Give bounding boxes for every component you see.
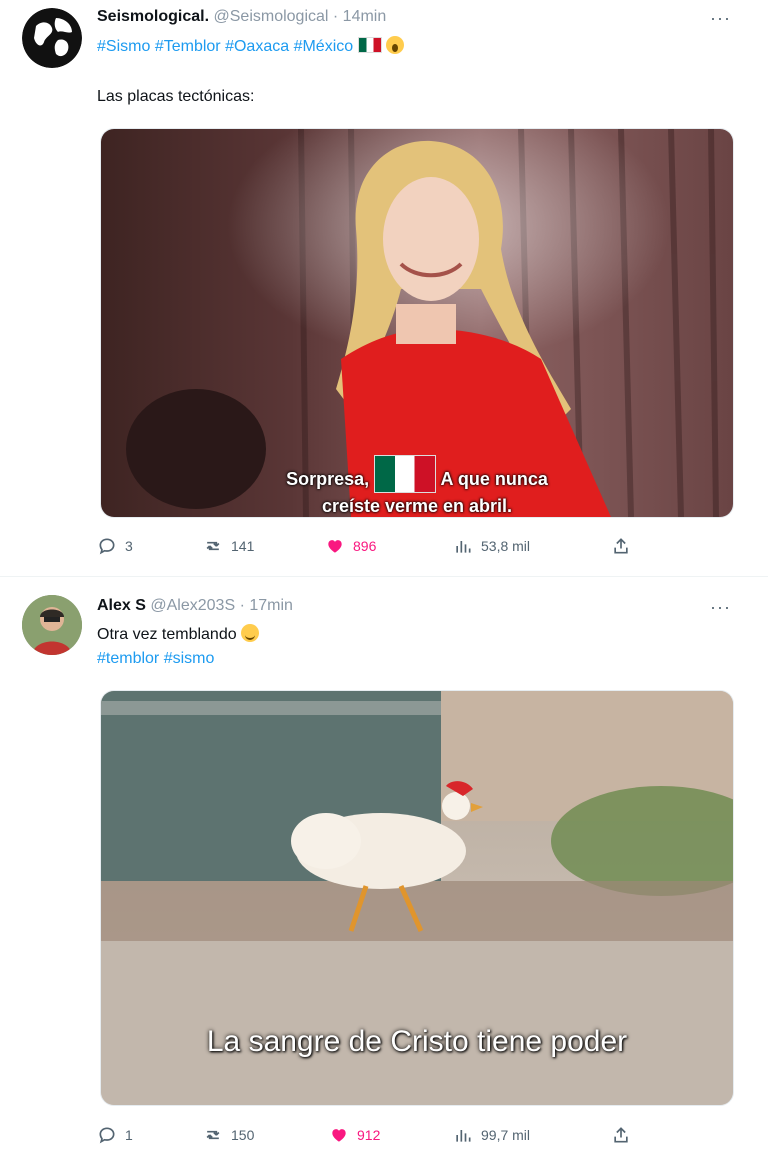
tweet-media-image[interactable]: La sangre de Cristo tiene poder [100,690,734,1106]
views-icon [456,541,471,553]
like-icon [328,540,342,553]
mexico-flag-icon [374,455,437,493]
retweet-button[interactable]: 150 [203,1125,254,1145]
user-handle[interactable]: @Alex203S [150,597,235,614]
reply-icon [99,1127,115,1144]
user-photo-icon [22,595,82,655]
tweet-actions: 3 141 896 53,8 mil [97,536,637,560]
tweet-header: Alex S @Alex203S · 17min [97,597,293,615]
views-button[interactable]: 99,7 mil [453,1125,530,1145]
retweet-icon [206,541,220,551]
caption-text: Sorpresa, [286,469,370,489]
reply-button[interactable]: 3 [97,536,133,556]
caption-text: creíste verme en abril. [321,496,513,516]
hashtag-line: #Sismo #Temblor #Oaxaca #México [97,36,405,56]
view-count: 53,8 mil [481,538,531,554]
hashtag[interactable]: #Oaxaca [225,38,289,55]
smile-emoji-icon [241,624,260,642]
timestamp[interactable]: · 17min [240,597,293,614]
hashtag[interactable]: #temblor [97,650,159,667]
avatar[interactable] [22,8,82,68]
more-icon[interactable]: ··· [710,8,731,29]
tweet-2[interactable]: Alex S @Alex203S · 17min ··· Otra vez te… [0,577,768,1167]
tweet-text: Las placas tectónicas: [97,88,255,105]
display-name[interactable]: Alex S [97,597,146,614]
hashtag[interactable]: #sismo [164,650,215,667]
retweet-button[interactable]: 141 [203,536,254,556]
tweet-actions: 1 150 912 99,7 mil [97,1125,637,1149]
reply-count: 3 [125,538,133,554]
hashtag-line: #temblor #sismo [97,650,214,668]
share-button[interactable] [611,536,631,556]
mexico-flag-icon [357,37,382,53]
reply-button[interactable]: 1 [97,1125,133,1145]
tweet-text: Otra vez temblando [97,624,260,644]
tweet-media-image[interactable]: Sorpresa, A que nunca creíste verme en a… [100,128,734,518]
view-count: 99,7 mil [481,1127,531,1143]
like-icon [332,1129,346,1142]
share-icon [614,538,628,554]
share-icon [614,1127,628,1143]
retweet-count: 141 [231,538,255,554]
views-icon [456,1130,471,1142]
like-button[interactable]: 896 [325,536,376,556]
share-button[interactable] [611,1125,631,1145]
more-icon[interactable]: ··· [710,597,731,618]
hashtag[interactable]: #Sismo [97,38,150,55]
user-handle[interactable]: @Seismological [214,8,329,25]
retweet-count: 150 [231,1127,255,1143]
globe-avatar-icon [22,8,82,68]
tweet-1[interactable]: Seismological. @Seismological · 14min ··… [0,0,768,575]
scream-emoji-icon [386,36,405,54]
display-name[interactable]: Seismological. [97,8,209,25]
like-count: 912 [357,1127,381,1143]
caption-text: A que nunca [440,469,548,489]
like-button[interactable]: 912 [329,1125,380,1145]
media-caption: La sangre de Cristo tiene poder [206,1025,628,1058]
views-button[interactable]: 53,8 mil [453,536,530,556]
reply-icon [99,538,115,555]
avatar[interactable] [22,595,82,655]
timestamp[interactable]: · 14min [333,8,386,25]
tweet-header: Seismological. @Seismological · 14min [97,8,386,26]
media-caption: Sorpresa, A que nunca creíste verme en a… [101,455,733,517]
hashtag[interactable]: #México [294,38,354,55]
reply-count: 1 [125,1127,133,1143]
hashtag[interactable]: #Temblor [155,38,221,55]
like-count: 896 [353,538,377,554]
retweet-icon [206,1130,220,1140]
timeline-feed: Seismological. @Seismological · 14min ··… [0,0,768,1167]
tweet-text-content: Otra vez temblando [97,626,237,643]
